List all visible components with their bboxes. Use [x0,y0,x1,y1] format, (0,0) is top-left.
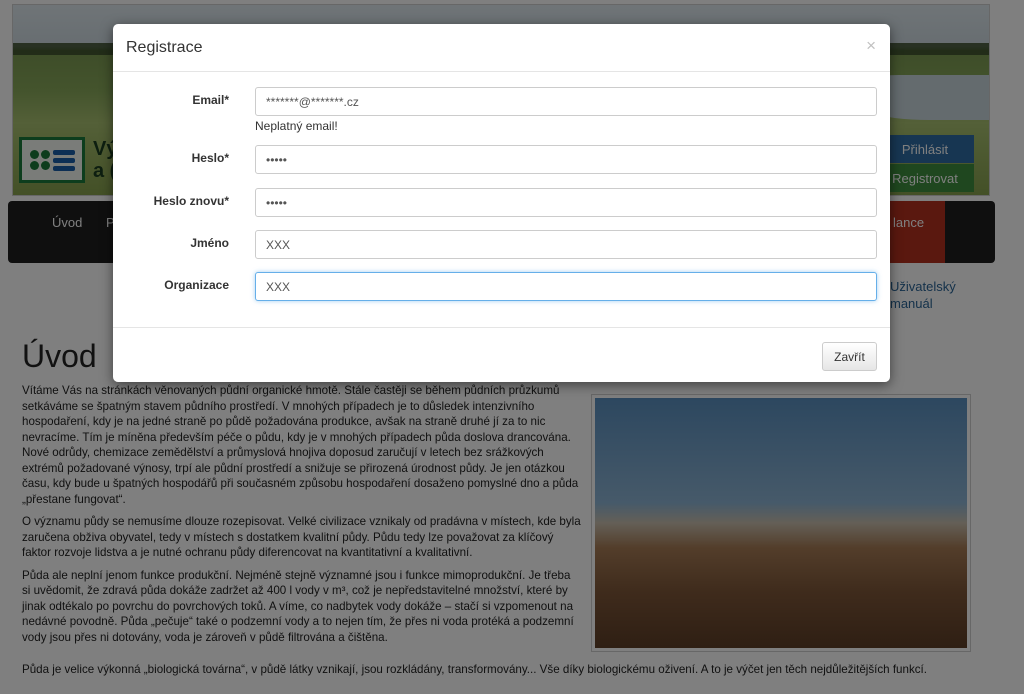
name-label: Jméno [190,236,229,250]
close-icon[interactable]: × [866,36,876,56]
modal-footer: Zavřít [113,327,890,382]
email-label: Email* [192,93,229,107]
password-label: Heslo* [191,151,229,165]
name-field[interactable] [255,230,877,259]
close-button[interactable]: Zavřít [822,342,877,371]
modal-header: Registrace × [113,24,890,72]
password-again-field[interactable] [255,188,877,217]
password-field[interactable] [255,145,877,174]
organization-field[interactable] [255,272,877,301]
modal-title: Registrace [126,39,203,56]
password-again-label: Heslo znovu* [153,194,229,208]
registration-modal: Registrace × Email* Neplatný email! Hesl… [113,24,890,382]
organization-label: Organizace [164,278,229,292]
email-error: Neplatný email! [255,119,338,133]
email-field[interactable] [255,87,877,116]
